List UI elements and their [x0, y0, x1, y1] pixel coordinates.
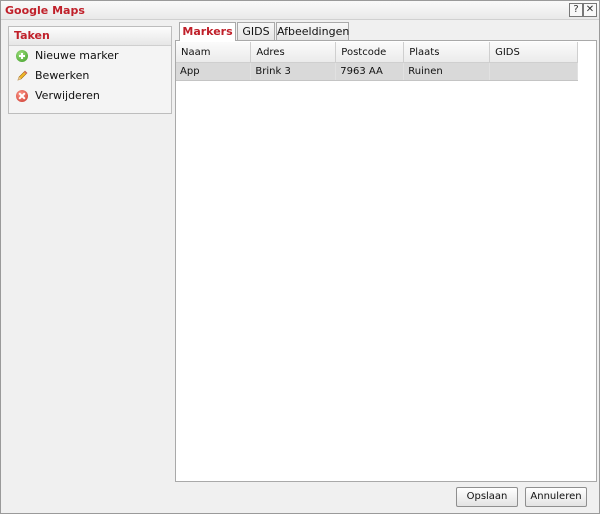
close-button[interactable]: ✕ — [583, 3, 597, 17]
help-button[interactable]: ? — [569, 3, 583, 17]
tasks-title: Taken — [9, 27, 171, 46]
markers-panel: Naam Adres Postcode Plaats GIDS App Brin… — [175, 40, 597, 482]
cell-postcode: 7963 AA — [335, 62, 405, 81]
column-header-adres[interactable]: Adres — [250, 42, 337, 63]
markers-table: Naam Adres Postcode Plaats GIDS App Brin… — [176, 42, 578, 81]
delete-icon — [16, 90, 28, 102]
task-label: Verwijderen — [35, 89, 100, 102]
add-icon — [16, 50, 28, 62]
tasks-panel: Taken Nieuwe marker Bewerken Verwijderen — [8, 26, 172, 114]
column-header-plaats[interactable]: Plaats — [403, 42, 491, 63]
tab-afbeeldingen[interactable]: Afbeeldingen — [276, 22, 349, 40]
column-header-naam[interactable]: Naam — [176, 42, 252, 63]
dialog-title: Google Maps — [5, 4, 85, 17]
tab-markers[interactable]: Markers — [179, 22, 236, 41]
save-button[interactable]: Opslaan — [456, 487, 518, 507]
title-bar[interactable]: Google Maps ? ✕ — [1, 1, 599, 20]
task-edit[interactable]: Bewerken — [9, 66, 171, 86]
task-delete[interactable]: Verwijderen — [9, 86, 171, 106]
table-header-row: Naam Adres Postcode Plaats GIDS — [176, 42, 578, 63]
table-row[interactable]: App Brink 3 7963 AA Ruinen — [176, 62, 578, 81]
cell-plaats: Ruinen — [403, 62, 491, 81]
pencil-icon — [16, 70, 28, 82]
tab-gids[interactable]: GIDS — [237, 22, 275, 40]
column-header-gids[interactable]: GIDS — [489, 42, 578, 63]
task-new-marker[interactable]: Nieuwe marker — [9, 46, 171, 66]
cell-adres: Brink 3 — [250, 62, 337, 81]
task-label: Bewerken — [35, 69, 90, 82]
cell-gids — [489, 62, 578, 81]
cell-naam: App — [176, 62, 252, 81]
cancel-button[interactable]: Annuleren — [525, 487, 587, 507]
task-label: Nieuwe marker — [35, 49, 119, 62]
column-header-postcode[interactable]: Postcode — [335, 42, 405, 63]
